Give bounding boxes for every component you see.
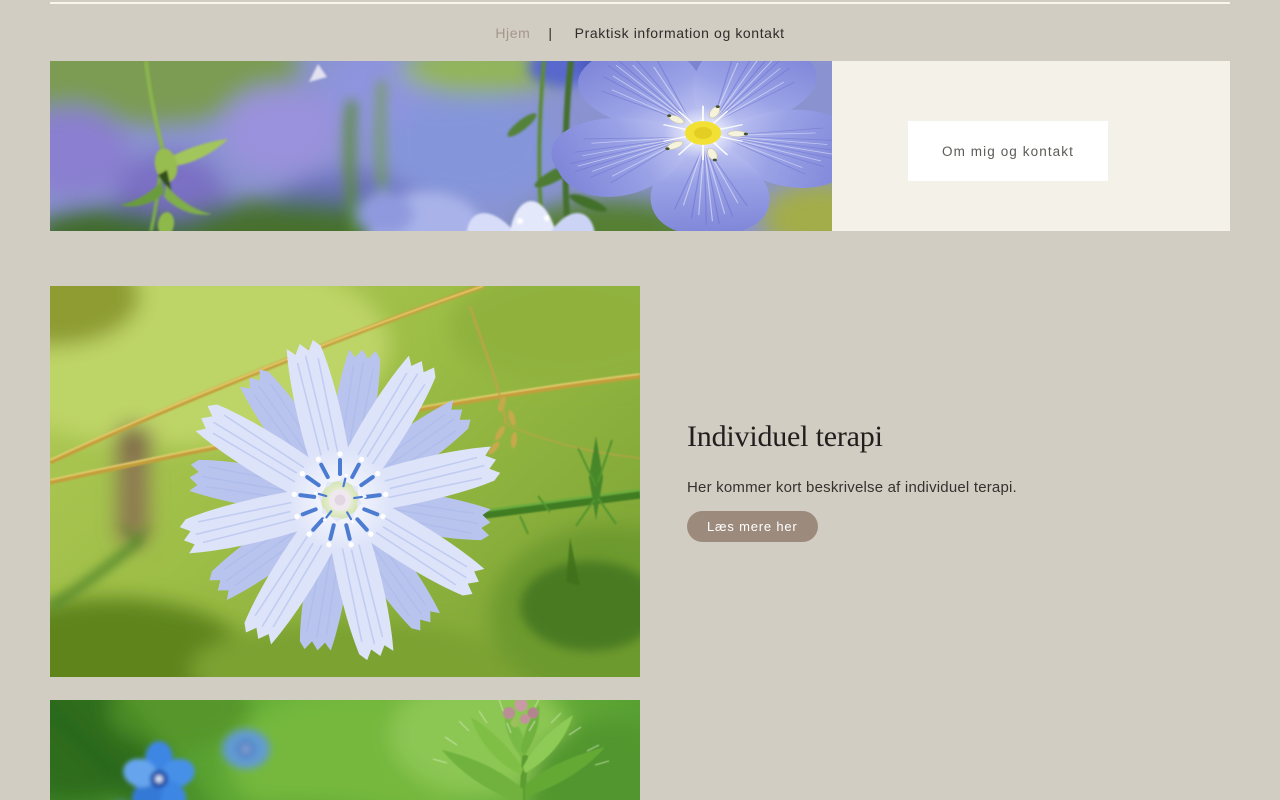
top-divider [50, 2, 1230, 4]
hero-flax-photo [50, 61, 832, 231]
breadcrumb-nav: Hjem | Praktisk information og kontakt [0, 19, 1280, 47]
hero-flax-illustration [50, 61, 832, 231]
page: Hjem | Praktisk information og kontakt O… [0, 0, 1280, 800]
hero-cta-panel: Om mig og kontakt [832, 61, 1230, 231]
chicory-flower-photo [50, 286, 640, 677]
nav-link-home[interactable]: Hjem [495, 25, 530, 41]
meadow-photo [50, 700, 640, 800]
about-contact-button[interactable]: Om mig og kontakt [908, 121, 1108, 181]
read-more-button[interactable]: Læs mere her [687, 511, 818, 542]
nav-separator: | [548, 25, 553, 41]
section-description: Her kommer kort beskrivelse af individue… [687, 479, 1017, 496]
nav-link-current-page[interactable]: Praktisk information og kontakt [575, 25, 785, 41]
section-title: Individuel terapi [687, 420, 883, 453]
chicory-illustration [50, 286, 640, 677]
meadow-illustration [50, 700, 640, 800]
